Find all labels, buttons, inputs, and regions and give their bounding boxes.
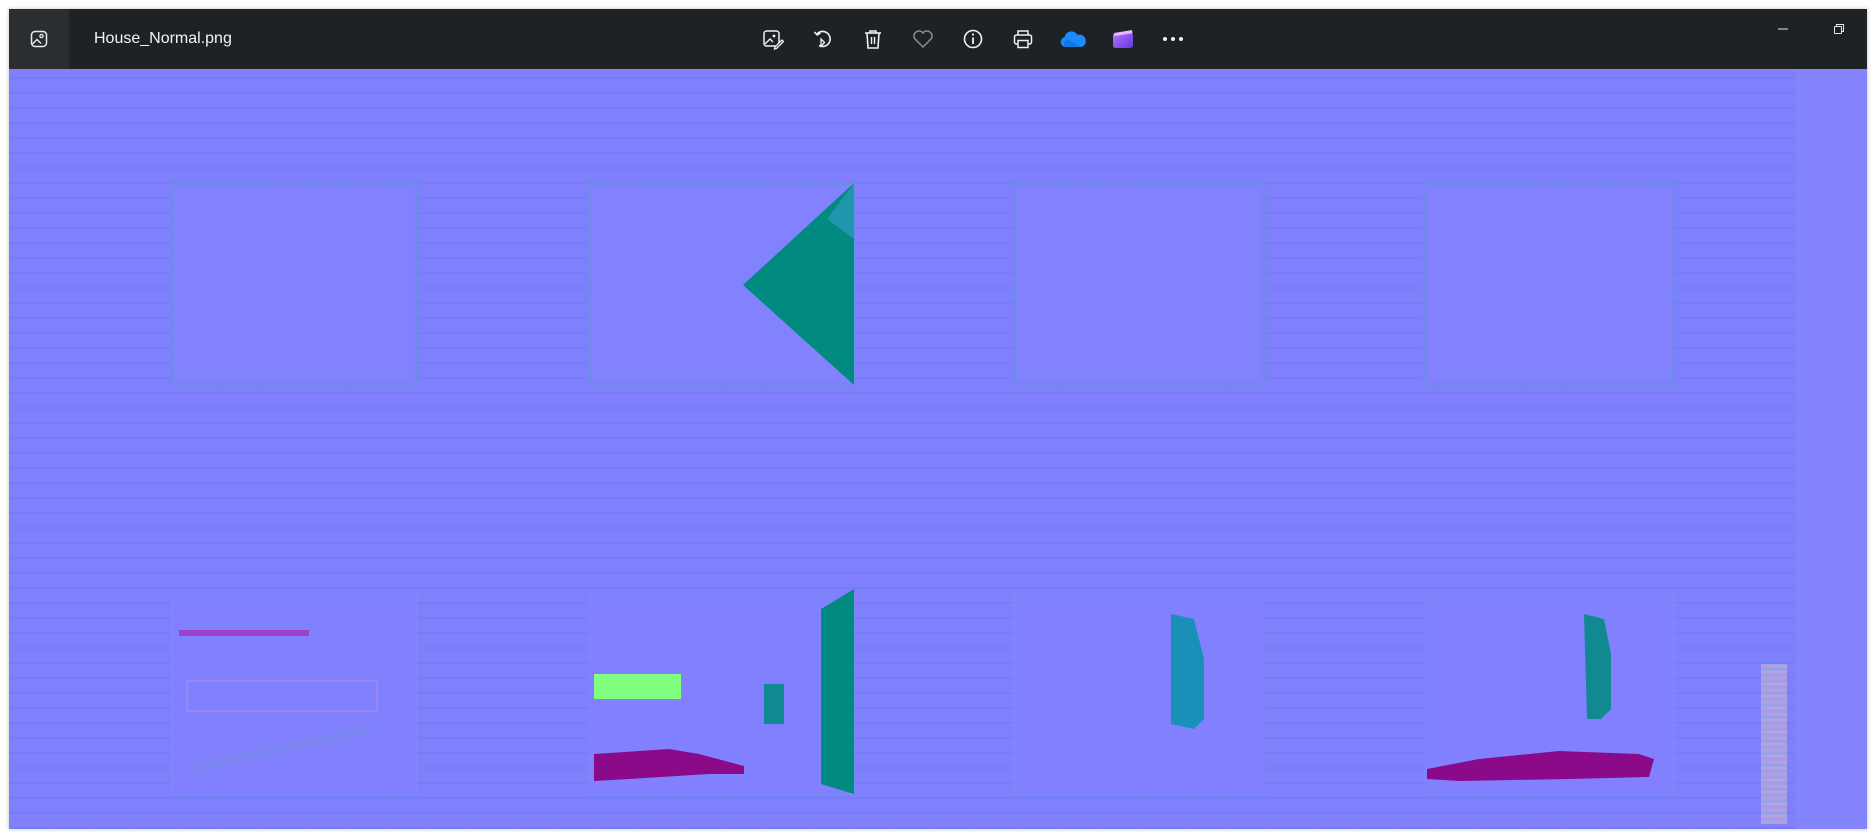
teal-vertical-beam <box>821 589 854 794</box>
photos-app-icon <box>30 30 48 48</box>
info-button[interactable] <box>953 19 993 59</box>
edit-image-button[interactable] <box>753 19 793 59</box>
more-icon <box>1163 37 1183 41</box>
teal-small-block <box>764 684 784 724</box>
normal-map-image <box>170 182 1676 795</box>
top-window-panel-1 <box>170 182 419 386</box>
green-block <box>594 674 681 699</box>
heart-icon <box>913 30 933 49</box>
print-button[interactable] <box>1003 19 1043 59</box>
minimize-button[interactable] <box>1755 9 1811 49</box>
delete-button[interactable] <box>853 19 893 59</box>
top-window-panel-4 <box>1422 182 1676 386</box>
title-bar: House_Normal.png <box>9 9 1867 69</box>
printer-icon <box>1013 30 1033 49</box>
cloud-icon <box>1060 31 1086 47</box>
window-controls <box>1755 9 1867 49</box>
minimize-icon <box>1778 28 1788 30</box>
edit-image-icon <box>763 30 784 50</box>
rotate-button[interactable] <box>803 19 843 59</box>
file-name: House_Normal.png <box>94 30 232 47</box>
onedrive-button[interactable] <box>1053 19 1093 59</box>
image-viewer-canvas[interactable] <box>9 69 1867 829</box>
image-right-edge <box>1796 69 1867 829</box>
photos-window: House_Normal.png <box>9 9 1867 829</box>
favorite-button[interactable] <box>903 19 943 59</box>
image-toolbar <box>753 19 1193 59</box>
clipchamp-button[interactable] <box>1103 19 1143 59</box>
more-options-button[interactable] <box>1153 19 1193 59</box>
photos-app-button[interactable] <box>9 9 69 69</box>
noise-strip <box>1761 664 1787 824</box>
top-window-panel-3 <box>1012 182 1266 386</box>
clipchamp-icon <box>1113 30 1133 48</box>
magenta-bar-1 <box>179 630 309 636</box>
info-icon <box>963 29 983 49</box>
restore-icon <box>1834 24 1844 34</box>
rotate-icon <box>813 30 831 48</box>
restore-button[interactable] <box>1811 9 1867 49</box>
bottom-panel-3 <box>1013 593 1265 795</box>
trash-icon <box>865 30 881 49</box>
